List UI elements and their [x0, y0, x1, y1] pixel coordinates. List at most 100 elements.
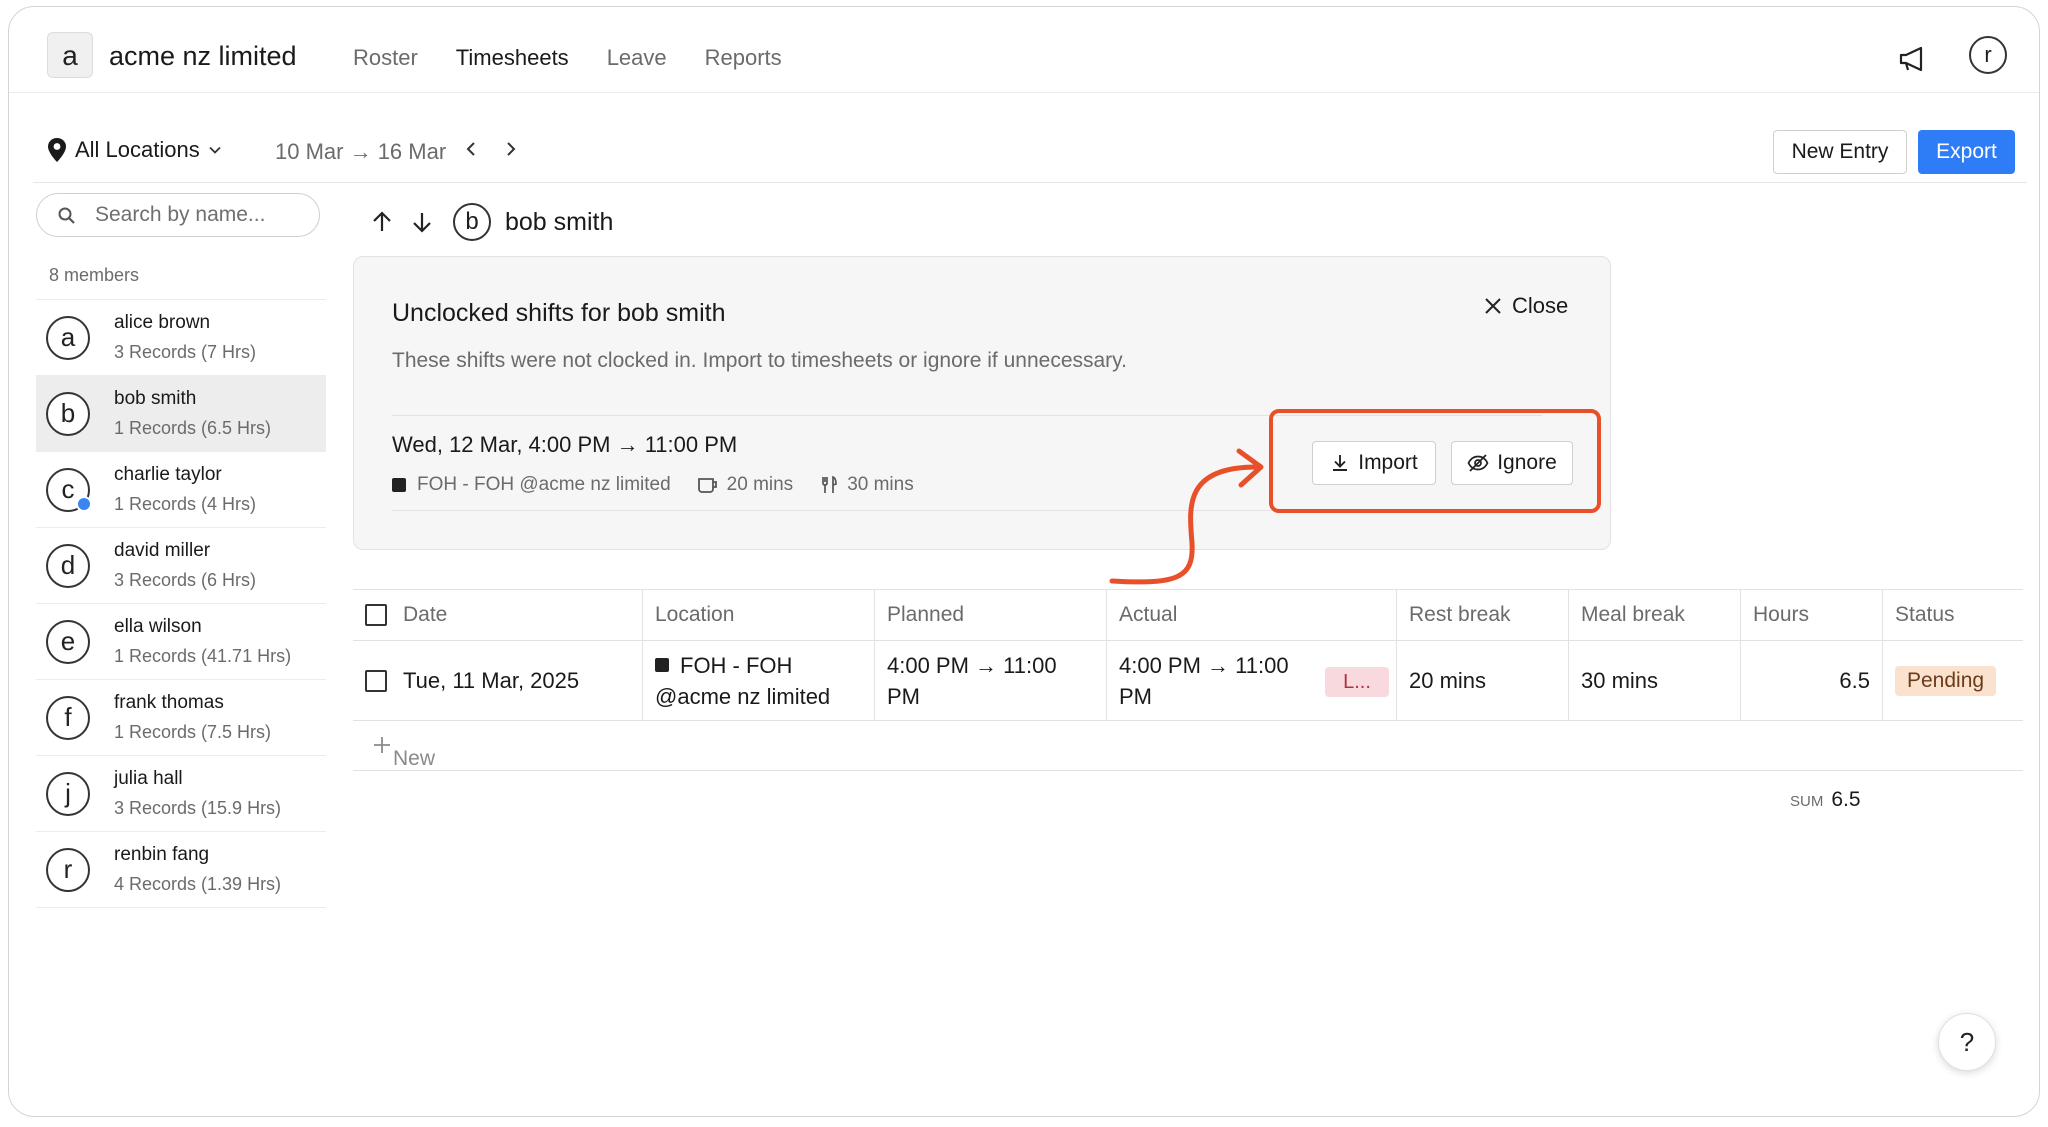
ignore-label: Ignore — [1497, 451, 1557, 474]
member-records: 1 Records (4 Hrs) — [114, 494, 257, 514]
member-list: a alice brown 3 Records (7 Hrs) b bob sm… — [36, 299, 326, 908]
member-item[interactable]: e ella wilson 1 Records (41.71 Hrs) — [36, 604, 326, 680]
member-item[interactable]: r renbin fang 4 Records (1.39 Hrs) — [36, 832, 326, 908]
header-date-label: Date — [403, 603, 448, 626]
plus-icon — [374, 737, 390, 753]
chevron-left-icon[interactable] — [459, 137, 483, 161]
org-name[interactable]: acme nz limited — [109, 41, 297, 72]
verified-badge-icon — [76, 496, 92, 512]
unclocked-shifts-card: Unclocked shifts for bob smith These shi… — [353, 256, 1611, 550]
new-entry-button[interactable]: New Entry — [1773, 130, 1907, 174]
org-avatar[interactable]: a — [47, 32, 93, 78]
select-all-checkbox[interactable] — [365, 604, 387, 626]
chevron-down-icon — [209, 146, 221, 154]
shift-location: FOH - FOH @acme nz limited — [417, 474, 671, 495]
sum-label: SUM — [1790, 793, 1824, 810]
avatar: r — [46, 848, 90, 892]
member-item[interactable]: c charlie taylor 1 Records (4 Hrs) — [36, 452, 326, 528]
person-header: b bob smith — [369, 203, 613, 241]
shift-meal-break: 30 mins — [847, 474, 914, 495]
shift-time: Wed, 12 Mar, 4:00 PM → 11:00 PM — [392, 432, 738, 457]
member-item[interactable]: a alice brown 3 Records (7 Hrs) — [36, 300, 326, 376]
member-item-selected[interactable]: b bob smith 1 Records (6.5 Hrs) — [36, 376, 326, 452]
avatar: a — [46, 316, 90, 360]
arrow-up-icon[interactable] — [369, 209, 395, 235]
coffee-cup-icon — [697, 478, 717, 493]
nav-reports[interactable]: Reports — [705, 45, 782, 71]
row-date: Tue, 11 Mar, 2025 — [403, 667, 580, 693]
import-label: Import — [1358, 451, 1418, 474]
cell-status: Pending — [1883, 641, 2023, 720]
nav-timesheets[interactable]: Timesheets — [456, 45, 569, 71]
nav-leave[interactable]: Leave — [607, 45, 667, 71]
header-location[interactable]: Location — [643, 590, 875, 640]
member-records: 1 Records (6.5 Hrs) — [114, 418, 272, 438]
row-planned-line2: PM — [887, 683, 920, 709]
cell-planned: 4:00 PM → 11:00 PM — [875, 641, 1107, 720]
member-name: alice brown — [114, 312, 211, 333]
chevron-right-icon[interactable] — [499, 137, 523, 161]
cell-date: Tue, 11 Mar, 2025 — [353, 641, 643, 720]
header-meal-break[interactable]: Meal break — [1569, 590, 1741, 640]
table-header: Date Location Planned Actual Rest break … — [353, 589, 2023, 641]
member-name: frank thomas — [114, 692, 224, 713]
new-row-label: New — [373, 734, 435, 770]
export-button[interactable]: Export — [1918, 130, 2015, 174]
member-search[interactable] — [36, 193, 320, 237]
location-selector[interactable]: All Locations — [47, 137, 222, 163]
row-location-line2: @acme nz limited — [655, 683, 831, 709]
location-color-square — [655, 658, 669, 672]
header-planned[interactable]: Planned — [875, 590, 1107, 640]
member-records: 1 Records (7.5 Hrs) — [114, 722, 272, 742]
close-icon — [1485, 298, 1501, 314]
members-count: 8 members — [49, 265, 140, 285]
member-records: 3 Records (7 Hrs) — [114, 342, 257, 362]
main-nav: Roster Timesheets Leave Reports — [353, 45, 782, 71]
header-rest-break[interactable]: Rest break — [1397, 590, 1569, 640]
cell-location: FOH - FOH @acme nz limited — [643, 641, 875, 720]
nav-roster[interactable]: Roster — [353, 45, 418, 71]
avatar: e — [46, 620, 90, 664]
header-date: Date — [353, 590, 643, 640]
row-actual-line2: PM — [1119, 683, 1152, 709]
import-button[interactable]: Import — [1312, 441, 1436, 485]
row-meal-break: 30 mins — [1569, 641, 1741, 720]
member-item[interactable]: j julia hall 3 Records (15.9 Hrs) — [36, 756, 326, 832]
member-item[interactable]: f frank thomas 1 Records (7.5 Hrs) — [36, 680, 326, 756]
row-hours: 6.5 — [1839, 667, 1870, 693]
sum-value: 6.5 — [1831, 788, 1861, 811]
header-hours[interactable]: Hours — [1741, 590, 1883, 640]
search-input[interactable] — [95, 202, 307, 228]
member-name: renbin fang — [114, 844, 210, 865]
map-pin-icon — [48, 138, 66, 162]
header-status[interactable]: Status — [1883, 590, 2023, 640]
new-row-button[interactable]: New — [353, 721, 2023, 771]
new-label: New — [393, 747, 436, 770]
close-button[interactable]: Close — [1484, 293, 1568, 319]
date-range: 10 Mar → 16 Mar — [275, 139, 447, 164]
person-name: bob smith — [505, 207, 614, 236]
late-badge[interactable]: L... — [1325, 667, 1389, 697]
toolbar: All Locations 10 Mar → 16 Mar New Entry … — [33, 93, 2027, 183]
arrow-down-icon[interactable] — [409, 209, 435, 235]
user-avatar[interactable]: r — [1969, 36, 2007, 74]
status-badge: Pending — [1895, 665, 1997, 696]
download-icon — [1333, 455, 1348, 471]
avatar: f — [46, 696, 90, 740]
help-button[interactable]: ? — [1938, 1013, 1996, 1071]
header-actual[interactable]: Actual — [1107, 590, 1397, 640]
megaphone-icon[interactable] — [1897, 43, 1929, 75]
row-location-line1: FOH - FOH — [680, 652, 793, 678]
ignore-button[interactable]: Ignore — [1451, 441, 1573, 485]
card-title: Unclocked shifts for bob smith — [392, 299, 726, 327]
top-bar: a acme nz limited Roster Timesheets Leav… — [9, 7, 2039, 93]
member-records: 4 Records (1.39 Hrs) — [114, 874, 282, 894]
member-item[interactable]: d david miller 3 Records (6 Hrs) — [36, 528, 326, 604]
card-description: These shifts were not clocked in. Import… — [392, 349, 1127, 372]
search-icon — [58, 207, 75, 224]
avatar: b — [46, 392, 90, 436]
eye-off-icon — [1467, 454, 1489, 472]
row-checkbox[interactable] — [365, 669, 387, 692]
member-name: julia hall — [114, 768, 183, 789]
table-row[interactable]: Tue, 11 Mar, 2025 FOH - FOH @acme nz lim… — [353, 641, 2023, 721]
